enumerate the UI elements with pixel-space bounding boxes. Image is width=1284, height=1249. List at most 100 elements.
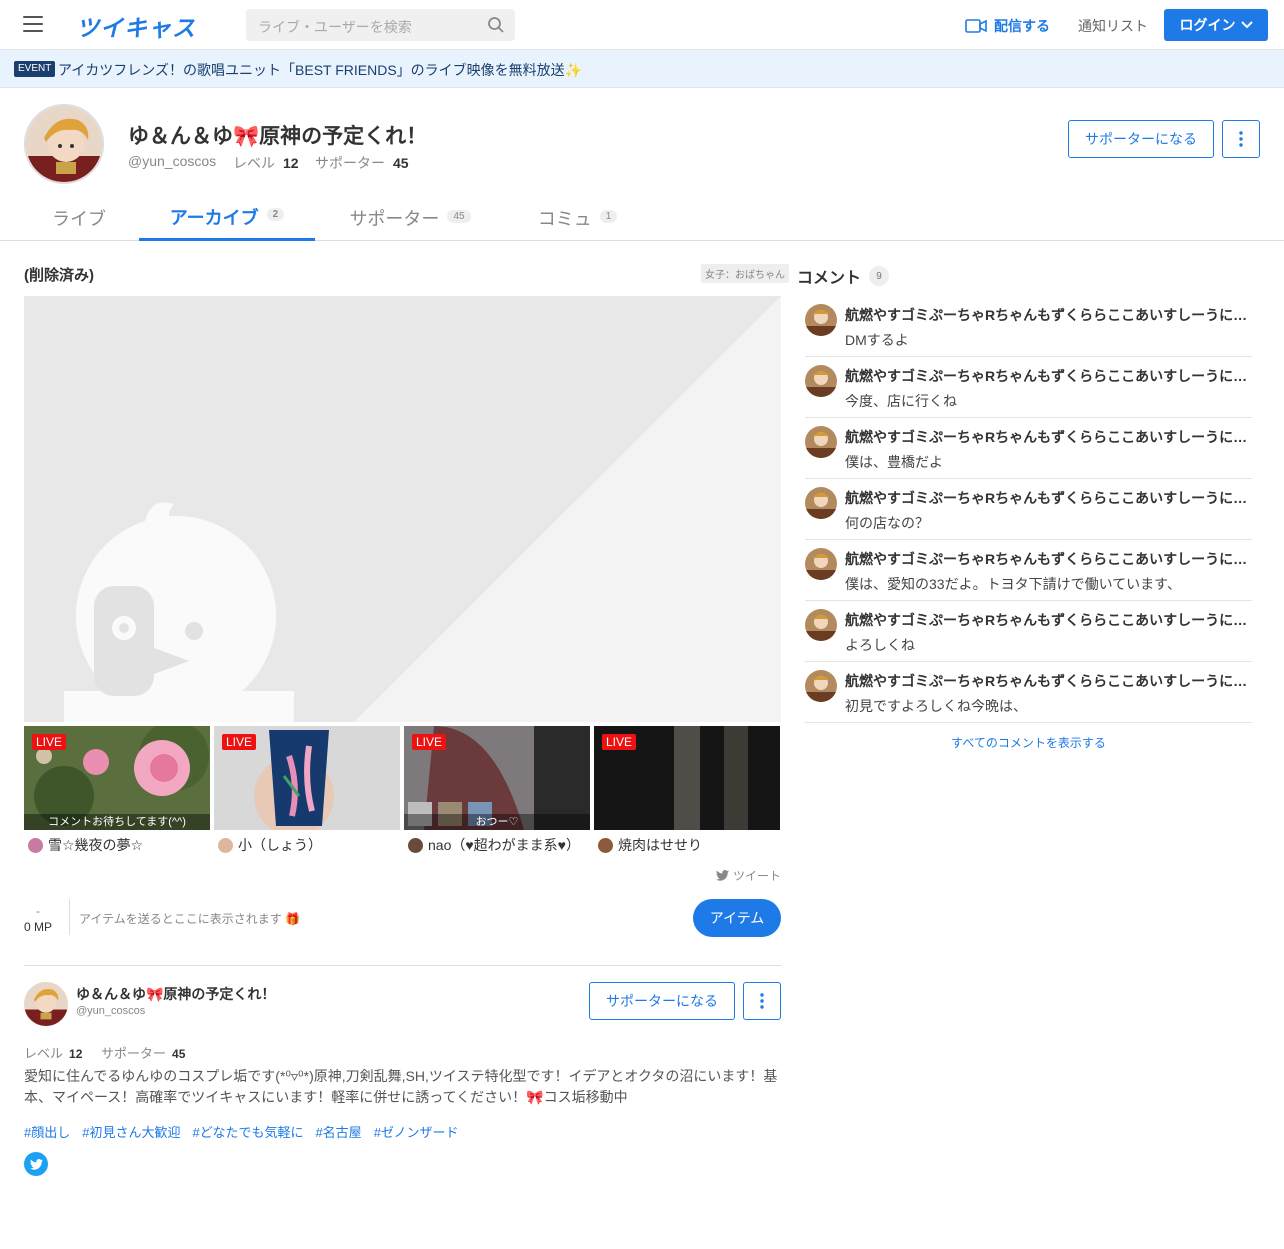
item-hint: アイテムを送るとここに表示されます 🎁	[79, 912, 301, 926]
show-all-comments-link[interactable]: すべてのコメントを表示する	[805, 734, 1252, 751]
commenter-avatar[interactable]	[805, 670, 837, 702]
commenter-name[interactable]: 航燃やすゴミぷーちゃRちゃんもずくららここあいすしーうに…	[845, 427, 1250, 447]
tab-supporters[interactable]: サポーター 45	[330, 195, 490, 241]
tweet-button[interactable]: ツイート	[716, 867, 781, 884]
user-icon	[408, 837, 423, 853]
thumb-user[interactable]: 雪☆幾夜の夢☆	[28, 835, 143, 855]
thumb-user[interactable]: 焼肉はせせり	[598, 835, 702, 855]
commenter-name[interactable]: 航燃やすゴミぷーちゃRちゃんもずくららここあいすしーうに…	[845, 671, 1250, 691]
become-supporter-button[interactable]: サポーターになる	[1068, 120, 1214, 158]
user-icon	[28, 837, 43, 853]
twitcasting-logo[interactable]: ツイキャス	[76, 9, 196, 43]
event-text[interactable]: アイカツフレンズ！の歌唱ユニット「BEST FRIENDS」のライブ映像を無料放…	[58, 60, 582, 80]
comment-list: 航燃やすゴミぷーちゃRちゃんもずくららここあいすしーうに… DMするよ 航燃やすゴ…	[805, 296, 1252, 723]
thumb-image[interactable]: LIVE	[594, 726, 780, 830]
comment-item[interactable]: 航燃やすゴミぷーちゃRちゃんもずくららここあいすしーうに… 今度、店に行くね	[805, 357, 1252, 418]
commenter-avatar[interactable]	[805, 548, 837, 580]
tab-count: 45	[447, 209, 471, 223]
commenter-avatar[interactable]	[805, 487, 837, 519]
hashtag-link[interactable]: #ゼノンザード	[374, 1122, 459, 1141]
live-badge: LIVE	[412, 734, 447, 750]
commenter-avatar[interactable]	[805, 304, 837, 336]
event-banner[interactable]: EVENT アイカツフレンズ！の歌唱ユニット「BEST FRIENDS」のライブ…	[0, 50, 1284, 88]
login-button[interactable]: ログイン	[1164, 9, 1268, 41]
comment-item[interactable]: 航燃やすゴミぷーちゃRちゃんもずくららここあいすしーうに… DMするよ	[805, 296, 1252, 357]
tab-archive[interactable]: アーカイブ 2	[139, 195, 315, 241]
comment-item[interactable]: 航燃やすゴミぷーちゃRちゃんもずくららここあいすしーうに… よろしくね	[805, 601, 1252, 662]
event-badge: EVENT	[14, 61, 56, 77]
thumb-image[interactable]: LIVE おつー♡	[404, 726, 590, 830]
level-label: レベル	[233, 155, 275, 171]
thumb-image[interactable]: LIVE コメントお待ちしてます(^^)	[24, 726, 210, 830]
profile-tabs: ライブ アーカイブ 2 サポーター 45 コミュ 1	[0, 195, 1284, 241]
video-title: (削除済み)	[24, 267, 94, 284]
broadcast-label: 配信する	[994, 18, 1050, 34]
commenter-name[interactable]: 航燃やすゴミぷーちゃRちゃんもずくららここあいすしーうに…	[845, 610, 1250, 630]
comments-count: 9	[869, 266, 890, 286]
user-avatar-small[interactable]	[24, 982, 68, 1026]
hashtag-link[interactable]: #名古屋	[315, 1122, 361, 1141]
commenter-name[interactable]: 航燃やすゴミぷーちゃRちゃんもずくららここあいすしーうに…	[845, 549, 1250, 569]
more-options-button[interactable]	[743, 982, 781, 1020]
level-value: 12	[283, 155, 299, 171]
comment-item[interactable]: 航燃やすゴミぷーちゃRちゃんもずくららここあいすしーうに… 僕は、愛知の33だよ。…	[805, 540, 1252, 601]
tab-label: サポーター	[349, 209, 440, 229]
supporter-count: 45	[172, 1047, 186, 1061]
hashtag-link[interactable]: #初見さん大歓迎	[82, 1122, 180, 1141]
comment-text: 今度、店に行くね	[845, 393, 957, 409]
thumb-caption: おつー♡	[404, 814, 590, 830]
live-badge: LIVE	[32, 734, 67, 750]
commenter-avatar[interactable]	[805, 609, 837, 641]
notify-list-link[interactable]: 通知リスト	[1078, 16, 1148, 36]
tab-count: 2	[266, 208, 285, 221]
comment-text: 何の店なの？	[845, 515, 929, 531]
live-thumbnails: LIVE コメントお待ちしてます(^^) 雪☆幾夜の夢☆ LIVE 小（しょう）…	[24, 726, 781, 856]
tab-label: ライブ	[52, 209, 106, 229]
item-button[interactable]: アイテム	[693, 899, 781, 937]
broadcast-button[interactable]: 配信する	[965, 16, 1050, 36]
commenter-name[interactable]: 航燃やすゴミぷーちゃRちゃんもずくららここあいすしーうに…	[845, 305, 1250, 325]
thumb-image[interactable]: LIVE	[214, 726, 400, 830]
thumb-user-name: 小（しょう）	[238, 837, 322, 853]
thumb-caption: コメントお待ちしてます(^^)	[24, 814, 210, 830]
menu-icon[interactable]	[23, 16, 43, 32]
comment-item[interactable]: 航燃やすゴミぷーちゃRちゃんもずくららここあいすしーうに… 何の店なの？	[805, 479, 1252, 540]
hashtag-link[interactable]: #どなたでも気軽に	[192, 1122, 303, 1141]
tab-label: アーカイブ	[169, 207, 259, 228]
bio-level: レベル 12	[24, 1043, 82, 1062]
mp-dash: -	[36, 904, 40, 918]
live-badge: LIVE	[602, 734, 637, 750]
bio-user-id: @yun_coscos	[76, 1005, 146, 1017]
commenter-avatar[interactable]	[805, 365, 837, 397]
thumb-user[interactable]: 小（しょう）	[218, 835, 322, 855]
more-options-button[interactable]	[1222, 120, 1260, 158]
search-placeholder: ライブ・ユーザーを検索	[258, 19, 412, 35]
tab-live[interactable]: ライブ	[24, 195, 134, 241]
comment-text: DMするよ	[845, 332, 909, 348]
thumb-user[interactable]: nao（♥超わがまま系♥）	[408, 835, 580, 855]
hashtag-link[interactable]: #顔出し	[24, 1122, 70, 1141]
user-name: ゆ＆ん＆ゆ🎀原神の予定くれ！	[128, 125, 428, 148]
video-player[interactable]	[24, 296, 781, 722]
login-label: ログイン	[1179, 17, 1236, 33]
commenter-name[interactable]: 航燃やすゴミぷーちゃRちゃんもずくららここあいすしーうに…	[845, 366, 1250, 386]
become-supporter-button[interactable]: サポーターになる	[589, 982, 735, 1020]
tab-community[interactable]: コミュ 1	[520, 195, 635, 241]
user-id: @yun_coscos	[128, 153, 217, 169]
comment-text: 初見ですよろしくね今晩は、	[845, 698, 1027, 714]
vertical-dots-icon	[760, 993, 764, 1009]
tab-label: コミュ	[537, 209, 592, 229]
user-avatar[interactable]	[24, 104, 104, 184]
commenter-avatar[interactable]	[805, 426, 837, 458]
commenter-name[interactable]: 航燃やすゴミぷーちゃRちゃんもずくららここあいすしーうに…	[845, 488, 1250, 508]
bio-user-name: ゆ＆ん＆ゆ🎀原神の予定くれ！	[76, 986, 276, 1002]
comment-item[interactable]: 航燃やすゴミぷーちゃRちゃんもずくららここあいすしーうに… 初見ですよろしくね今晩…	[805, 662, 1252, 723]
video-category[interactable]: 女子：おばちゃん	[701, 264, 789, 283]
twitter-icon[interactable]	[24, 1152, 48, 1176]
level-value: 12	[69, 1047, 83, 1061]
user-icon	[218, 837, 233, 853]
search-input[interactable]: ライブ・ユーザーを検索	[246, 9, 515, 41]
mp-value: 0 MP	[24, 920, 53, 934]
comment-item[interactable]: 航燃やすゴミぷーちゃRちゃんもずくららここあいすしーうに… 僕は、豊橋だよ	[805, 418, 1252, 479]
search-icon[interactable]	[487, 16, 505, 34]
